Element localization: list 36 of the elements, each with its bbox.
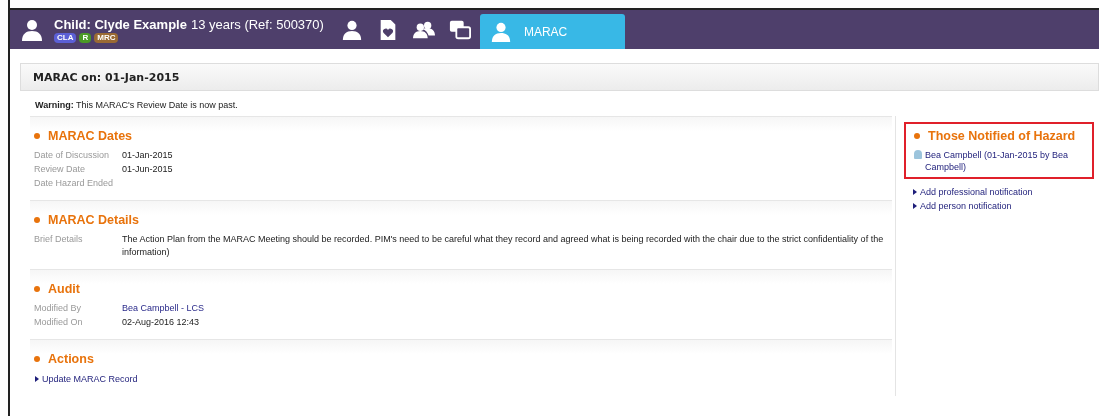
person-icon: [340, 18, 363, 41]
bullet-icon: [914, 133, 920, 139]
field-label: Date Hazard Ended: [34, 177, 115, 190]
status-badge: R: [79, 32, 92, 43]
section-title: Actions: [48, 352, 94, 366]
bullet-icon: [34, 133, 40, 139]
field-label: Brief Details: [34, 233, 84, 246]
field-label: Modified By: [34, 302, 83, 315]
field-label: Review Date: [34, 163, 87, 176]
status-badge: CLA: [54, 32, 77, 43]
section-title: Audit: [48, 282, 80, 296]
status-badge: MRC: [94, 32, 119, 43]
field-value: The Action Plan from the MARAC Meeting should be recorded. PIM's need to be careful what they record and agreed what is being recorded with the chair due to the strict confidentiality of the information): [122, 233, 885, 259]
person-link[interactable]: Bea Campbell (01-Jan-2015 by Bea Campbell): [925, 149, 1086, 173]
person-icon: [489, 20, 512, 43]
action-link[interactable]: Update MARAC Record: [34, 372, 892, 386]
child-name: Child: Clyde Example: [54, 16, 187, 32]
bullet-icon: [34, 217, 40, 223]
field-label: Date of Discussion: [34, 149, 111, 162]
field-label: Modified On: [34, 316, 84, 329]
bullet-icon: [34, 356, 40, 362]
user-icon: [914, 150, 922, 159]
section-title: MARAC Details: [48, 213, 139, 227]
action-link[interactable]: Add person notification: [912, 199, 1094, 213]
page-title: MARAC on: 01-Jan-2015: [33, 70, 180, 84]
warning-message: Warning: This MARAC's Review Date is now past.: [34, 99, 239, 112]
user-link[interactable]: Bea Campbell - LCS: [122, 302, 892, 315]
field-value: 01-Jun-2015: [122, 163, 174, 176]
child-details: 13 years (Ref: 500370): [190, 16, 324, 32]
section-title: Those Notified of Hazard: [928, 129, 1076, 143]
action-link[interactable]: Add professional notification: [912, 185, 1094, 199]
windows-icon: [448, 18, 471, 41]
field-value: 01-Jan-2015: [122, 149, 174, 162]
bullet-icon: [34, 286, 40, 292]
field-value: 02-Aug-2016 12:43: [122, 316, 201, 329]
section-title: MARAC Dates: [48, 129, 133, 143]
